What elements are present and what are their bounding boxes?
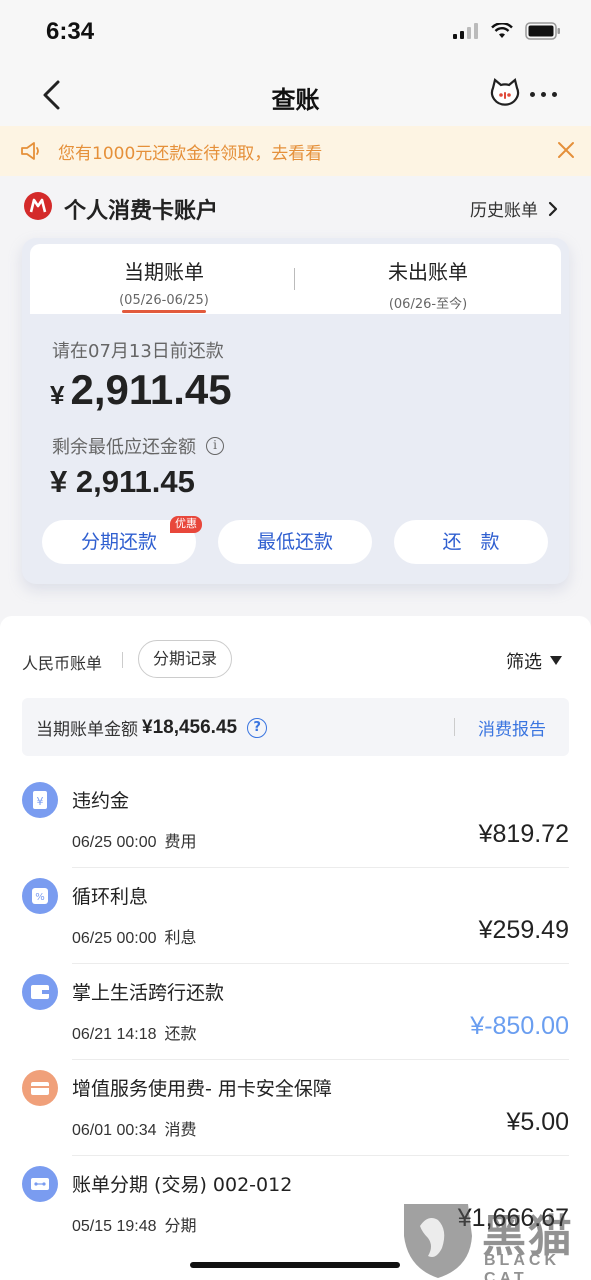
wallet-icon (22, 974, 58, 1010)
tab-unbilled-period: (06/26-至今) (388, 297, 468, 312)
help-icon[interactable]: ? (247, 717, 268, 738)
transaction-amount: ¥-850.00 (470, 1012, 569, 1040)
transaction-row[interactable]: 掌上生活跨行还款 06/21 14:18 还款 ¥-850.00 (0, 964, 591, 1060)
min-repay-label: 最低还款 (256, 531, 333, 553)
svg-text:¥: ¥ (37, 795, 44, 808)
chevron-right-icon (548, 201, 558, 216)
summary-amount: ¥18,456.45 (142, 716, 238, 738)
min-payment-label: 剩余最低应还金额 i (52, 433, 224, 459)
wifi-icon (491, 23, 513, 38)
shop-icon (22, 1070, 58, 1106)
promo-badge: 优惠 (170, 516, 202, 533)
percent-icon: % (22, 878, 58, 914)
signal-icon (453, 23, 478, 39)
due-amount: ¥2,911.45 (50, 366, 232, 414)
transaction-datetime: 05/15 19:48 (72, 1218, 157, 1235)
min-payment-amount: ¥ 2,911.45 (50, 464, 195, 499)
transaction-datetime: 06/21 14:18 (72, 1026, 157, 1043)
transaction-category: 分期 (164, 1216, 197, 1235)
filter-triangle-icon (550, 656, 562, 665)
transaction-title: 账单分期 (交易) 002-012 (72, 1174, 293, 1196)
tab-divider (294, 268, 295, 290)
divider (454, 718, 455, 736)
bill-tabs: 当期账单 (05/26-06/25) 未出账单 (06/26-至今) (30, 244, 561, 314)
min-repay-button[interactable]: 最低还款 (218, 520, 372, 564)
tab-unbilled-label: 未出账单 (388, 260, 468, 284)
yen-icon: ¥ (22, 782, 58, 818)
transaction-datetime: 06/01 00:34 (72, 1122, 157, 1139)
transaction-title: 违约金 (72, 790, 130, 812)
transaction-datetime: 06/25 00:00 (72, 930, 157, 947)
transaction-datetime: 06/25 00:00 (72, 834, 157, 851)
installment-icon (22, 1166, 58, 1202)
summary-label: 当期账单金额 (36, 720, 138, 740)
due-date-label: 请在07月13日前还款 (52, 341, 224, 362)
filter-row: 人民币账单 分期记录 筛选 (0, 638, 591, 682)
tab-current-bill-period: (05/26-06/25) (119, 293, 209, 308)
installment-record-button[interactable]: 分期记录 (138, 640, 233, 678)
spending-report-link[interactable]: 消费报告 (478, 715, 546, 740)
transaction-amount: ¥5.00 (506, 1108, 569, 1136)
home-indicator[interactable] (190, 1262, 400, 1268)
transaction-list-area: 人民币账单 分期记录 筛选 当期账单金额 ¥18,456.45 ? 消费报告 ¥… (0, 616, 591, 1280)
account-title: 个人消费卡账户 (64, 199, 219, 224)
more-button[interactable] (530, 92, 557, 97)
bill-summary: 当期账单金额 ¥18,456.45 ? (36, 715, 268, 740)
history-bills-link[interactable]: 历史账单 (470, 196, 558, 221)
transaction-meta: 05/15 19:48 分期 (72, 1212, 197, 1236)
notice-text: 您有1000元还款金待领取，去看看 (58, 144, 323, 164)
account-section: 个人消费卡账户 历史账单 当期账单 (05/26-06/25) 未出账单 (06… (0, 176, 591, 616)
transaction-amount: ¥819.72 (478, 820, 569, 848)
history-bills-label: 历史账单 (470, 201, 538, 221)
nav-bar: 查账 (0, 64, 591, 126)
tab-current-bill[interactable]: 当期账单 (05/26-06/25) (64, 256, 264, 308)
transaction-meta: 06/25 00:00 费用 (72, 828, 197, 852)
transaction-title: 增值服务使用费- 用卡安全保障 (72, 1078, 332, 1100)
transaction-row[interactable]: 增值服务使用费- 用卡安全保障 06/01 00:34 消费 ¥5.00 (0, 1060, 591, 1156)
installment-repay-label: 分期还款 (80, 531, 157, 553)
transaction-row[interactable]: ¥ 违约金 06/25 00:00 费用 ¥819.72 (0, 772, 591, 868)
info-icon[interactable]: i (206, 437, 224, 455)
filter-button[interactable]: 筛选 (506, 648, 562, 674)
battery-icon (525, 22, 560, 40)
divider (122, 652, 123, 668)
cat-logo-icon (404, 1204, 472, 1278)
transaction-amount: ¥259.49 (478, 916, 569, 944)
transaction-title: 掌上生活跨行还款 (72, 982, 225, 1004)
transaction-category: 利息 (164, 928, 197, 947)
filter-label: 筛选 (506, 652, 542, 673)
bill-card: 当期账单 (05/26-06/25) 未出账单 (06/26-至今) 请在07月… (22, 238, 569, 584)
rmb-bill-label: 人民币账单 (22, 654, 103, 673)
cat-assistant-icon[interactable] (489, 78, 521, 110)
status-bar: 6:34 (0, 0, 591, 64)
close-icon[interactable] (556, 140, 576, 160)
transaction-category: 消费 (164, 1120, 197, 1139)
watermark-en: BLACK CAT (484, 1252, 560, 1280)
transaction-title: 循环利息 (72, 886, 149, 908)
svg-text:%: % (35, 892, 45, 903)
transaction-category: 费用 (164, 832, 197, 851)
due-amount-value: 2,911.45 (70, 366, 232, 413)
installment-repay-button[interactable]: 分期还款 优惠 (42, 516, 202, 564)
currency-symbol: ¥ (50, 380, 65, 410)
transaction-category: 还款 (164, 1024, 197, 1043)
tab-unbilled[interactable]: 未出账单 (06/26-至今) (328, 256, 528, 312)
status-time: 6:34 (46, 18, 95, 45)
black-cat-watermark: 黑猫 BLACK CAT (398, 1196, 591, 1280)
repay-button[interactable]: 还 款 (394, 520, 548, 564)
tab-current-bill-label: 当期账单 (124, 260, 204, 284)
transaction-meta: 06/01 00:34 消费 (72, 1116, 197, 1140)
speaker-icon (21, 142, 39, 160)
active-tab-indicator (122, 310, 206, 313)
bill-summary-bar: 当期账单金额 ¥18,456.45 ? 消费报告 (22, 698, 569, 756)
min-payment-label-text: 剩余最低应还金额 (52, 437, 196, 458)
repay-label: 还 款 (442, 531, 500, 553)
status-icons (453, 22, 561, 40)
transaction-meta: 06/21 14:18 还款 (72, 1020, 197, 1044)
transaction-row[interactable]: % 循环利息 06/25 00:00 利息 ¥259.49 (0, 868, 591, 964)
transaction-meta: 06/25 00:00 利息 (72, 924, 197, 948)
bank-logo-icon (24, 192, 52, 220)
notice-banner[interactable]: 您有1000元还款金待领取，去看看 (0, 126, 591, 176)
